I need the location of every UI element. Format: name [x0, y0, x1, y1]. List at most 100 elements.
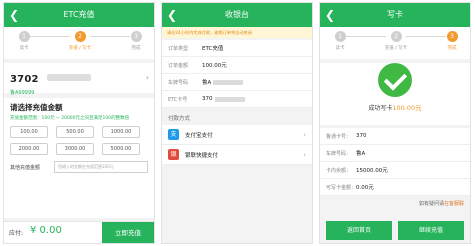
success-prefix: 成功写卡	[368, 105, 393, 112]
other-amount-label: 其他充值金额	[10, 164, 41, 171]
pay-method-label: 支付宝支付	[185, 132, 213, 139]
back-chevron-icon[interactable]: ❮	[9, 3, 19, 27]
success-text: 成功写卡100.00元	[320, 102, 470, 112]
page-title: 收银台	[225, 10, 249, 19]
redacted-block	[46, 74, 91, 81]
order-value: 鲁A	[202, 80, 212, 86]
pay-bar: 应付: ¥ 0.00 立即充值	[4, 221, 154, 243]
step-done: 3 完成	[432, 31, 470, 51]
chevron-right-icon: ›	[145, 73, 149, 82]
step-recharge: 2 充值 / 写卡	[376, 31, 416, 51]
order-key: 订单类型	[168, 45, 189, 52]
amount-option[interactable]: 3000.00	[56, 143, 94, 155]
order-value: 100.00元	[202, 63, 227, 69]
pay-method-alipay[interactable]: 支 支付宝支付 ›	[162, 125, 312, 145]
order-row: 车牌号码 鲁A	[162, 74, 312, 91]
success-block: 成功写卡100.00元	[320, 63, 470, 125]
order-key: 车牌号码	[168, 79, 189, 86]
chevron-right-icon: ›	[303, 150, 306, 159]
card-number: 3702	[10, 74, 39, 85]
step-number: 2	[74, 31, 86, 42]
info-value: 15000.00元	[356, 168, 388, 174]
step-number: 3	[446, 31, 458, 42]
amount-option[interactable]: 500.00	[56, 126, 94, 138]
help-line: 如有疑问请在客服联	[320, 196, 470, 211]
order-row: 订单类型 ETC充值	[162, 40, 312, 57]
payment-notice: 请在24小时内完成付款，逾期订单将自动关闭	[162, 27, 312, 38]
info-row: 鲁通卡号： 370	[320, 128, 470, 145]
step-number: 2	[390, 31, 402, 42]
chevron-right-icon: ›	[303, 130, 306, 139]
back-chevron-icon[interactable]: ❮	[167, 3, 177, 27]
info-value: 370	[356, 133, 367, 139]
back-home-button[interactable]: 返回首页	[326, 221, 392, 240]
amount-grid: 100.00 500.00 1000.00 2000.00 3000.00 50…	[10, 126, 148, 155]
step-number: 3	[130, 31, 142, 42]
step-recharge: 2 充值 / 写卡	[60, 31, 100, 51]
info-row: 可写卡金额： 0.00元	[320, 179, 470, 196]
other-amount-input[interactable]: 您输入的金额在充值范围100元	[54, 161, 148, 173]
unionpay-icon: 银	[168, 149, 179, 160]
page-title: 写卡	[387, 10, 403, 19]
stepper: 1 读卡 2 充值 / 写卡 3 完成	[320, 27, 470, 59]
due-label: 应付:	[9, 230, 24, 237]
amount-title: 请选择充值金额	[10, 103, 63, 112]
redacted-block	[214, 96, 245, 102]
continue-recharge-button[interactable]: 继续充值	[398, 221, 464, 240]
step-number: 1	[18, 31, 30, 42]
top-bar: ❮ 收银台	[162, 3, 312, 27]
page-title: ETC充值	[63, 10, 95, 19]
info-key: 卡内余额：	[326, 167, 352, 174]
step-label: 完成	[131, 46, 141, 51]
help-text: 如有疑问请	[418, 201, 444, 207]
check-circle-icon	[378, 63, 412, 97]
recharge-now-button[interactable]: 立即充值	[102, 222, 154, 243]
step-label: 充值 / 写卡	[384, 46, 408, 51]
plate-number: 鲁A99999	[10, 90, 35, 96]
pay-method-label: 银联快捷支付	[185, 152, 219, 159]
cashier-screen: ❮ 收银台 请在24小时内完成付款，逾期订单将自动关闭 订单类型 ETC充值 订…	[161, 2, 313, 244]
amount-option[interactable]: 1000.00	[102, 126, 140, 138]
pay-method-unionpay[interactable]: 银 银联快捷支付 ›	[162, 145, 312, 165]
step-read-card: 1 读卡	[320, 31, 360, 51]
redacted-block	[213, 79, 244, 85]
etc-recharge-screen: ❮ ETC充值 1 读卡 2 充值 / 写卡 3 完成 3702 鲁A99999…	[3, 2, 155, 244]
amount-option[interactable]: 100.00	[10, 126, 48, 138]
amount-section: 请选择充值金额 充值金额范围：100元 ~ 20000元之间且满足100的整数倍…	[4, 98, 154, 218]
top-bar: ❮ ETC充值	[4, 3, 154, 27]
card-info[interactable]: 3702 鲁A99999 ›	[4, 63, 154, 96]
order-row: ETC卡号 370	[162, 91, 312, 108]
card-info-list: 鲁通卡号： 370 车牌号码： 鲁A 卡内余额： 15000.00元 可写卡金额…	[320, 128, 470, 196]
amount-option[interactable]: 5000.00	[102, 143, 140, 155]
order-details: 订单类型 ETC充值 订单金额 100.00元 车牌号码 鲁A ETC卡号 37…	[162, 40, 312, 108]
step-label: 读卡	[19, 46, 29, 51]
amount-option[interactable]: 2000.00	[10, 143, 48, 155]
info-row: 车牌号码： 鲁A	[320, 145, 470, 162]
info-value: 鲁A	[356, 151, 366, 157]
step-label: 完成	[447, 46, 457, 51]
step-label: 充值 / 写卡	[68, 46, 92, 51]
other-amount-row: 其他充值金额 您输入的金额在充值范围100元	[10, 161, 148, 173]
info-key: 鲁通卡号：	[326, 133, 352, 140]
back-chevron-icon[interactable]: ❮	[325, 3, 335, 27]
order-value: ETC充值	[202, 46, 224, 52]
stepper: 1 读卡 2 充值 / 写卡 3 完成	[4, 27, 154, 59]
info-value: 0.00元	[356, 185, 374, 191]
order-row: 订单金额 100.00元	[162, 57, 312, 74]
write-card-screen: ❮ 写卡 1 读卡 2 充值 / 写卡 3 完成 成功写卡100.00元 鲁通卡…	[319, 2, 471, 244]
contact-service-link[interactable]: 在客服联	[444, 201, 464, 207]
step-number: 1	[334, 31, 346, 42]
info-key: 车牌号码：	[326, 150, 352, 157]
order-key: ETC卡号	[168, 96, 188, 103]
step-read-card: 1 读卡	[4, 31, 44, 51]
info-row: 卡内余额： 15000.00元	[320, 162, 470, 179]
order-value: 370	[202, 96, 213, 102]
step-done: 3 完成	[116, 31, 154, 51]
info-key: 可写卡金额：	[326, 184, 357, 191]
success-amount: 100.00元	[392, 104, 422, 112]
action-buttons: 返回首页 继续充值	[320, 221, 470, 243]
alipay-icon: 支	[168, 129, 179, 140]
due-amount: ¥ 0.00	[30, 225, 62, 236]
amount-note: 充值金额范围：100元 ~ 20000元之间且满足100的整数倍	[10, 116, 130, 121]
top-bar: ❮ 写卡	[320, 3, 470, 27]
